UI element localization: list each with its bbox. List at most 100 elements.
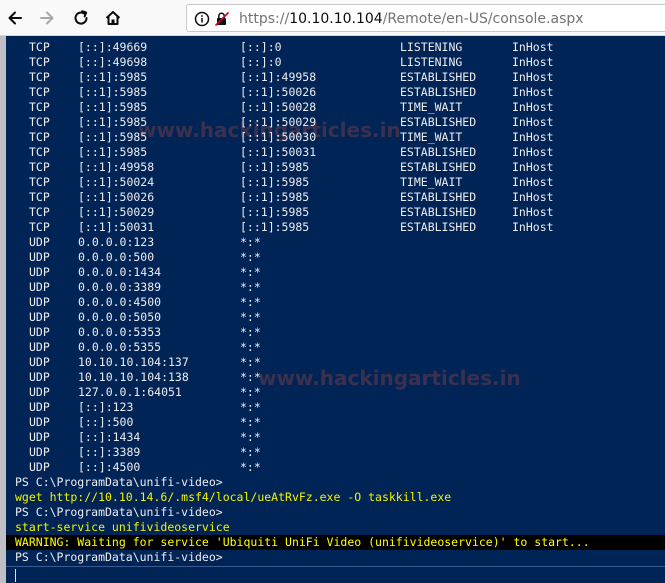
netstat-proto: TCP	[29, 130, 50, 144]
netstat-proto: UDP	[29, 385, 50, 399]
netstat-row: TCP [::]:49669 [::]:0 LISTENING InHost	[6, 40, 665, 55]
netstat-offload: InHost	[512, 205, 554, 219]
netstat-row: TCP [::1]:5985 [::1]:50028 TIME_WAIT InHost	[6, 100, 665, 115]
netstat-foreign: *:*	[240, 430, 261, 444]
netstat-foreign: [::]:0	[240, 40, 282, 54]
netstat-proto: UDP	[29, 415, 50, 429]
netstat-offload: InHost	[512, 115, 554, 129]
prompt-line: PS C:\ProgramData\unifi-video>	[6, 550, 665, 565]
netstat-state: ESTABLISHED	[400, 70, 477, 84]
netstat-local: [::]:1434	[78, 430, 141, 444]
netstat-proto: UDP	[29, 325, 50, 339]
netstat-foreign: *:*	[240, 340, 261, 354]
netstat-foreign: [::]:0	[240, 55, 282, 69]
netstat-state: LISTENING	[400, 55, 463, 69]
netstat-proto: UDP	[29, 340, 50, 354]
info-icon[interactable]	[194, 11, 210, 27]
netstat-foreign: *:*	[240, 355, 261, 369]
url-text[interactable]: https://10.10.10.104/Remote/en-US/consol…	[239, 10, 584, 28]
netstat-row: TCP [::1]:5985 [::1]:49958 ESTABLISHED InHos…	[6, 70, 665, 85]
netstat-foreign: [::1]:5985	[240, 205, 310, 219]
netstat-proto: TCP	[29, 145, 50, 159]
netstat-local: [::1]:5985	[78, 115, 148, 129]
netstat-proto: TCP	[29, 100, 50, 114]
netstat-proto: TCP	[29, 70, 50, 84]
netstat-local: [::1]:5985	[78, 70, 148, 84]
netstat-local: 0.0.0.0:5355	[78, 340, 162, 354]
netstat-proto: UDP	[29, 250, 50, 264]
netstat-local: [::1]:50026	[78, 190, 155, 204]
netstat-row: TCP [::1]:49958 [::1]:5985 ESTABLISHED InHos…	[6, 160, 665, 175]
netstat-local: 0.0.0.0:123	[78, 235, 155, 249]
netstat-proto: TCP	[29, 220, 50, 234]
netstat-state: ESTABLISHED	[400, 85, 477, 99]
prompt-text: PS C:\ProgramData\unifi-video>	[15, 550, 223, 564]
netstat-local: [::1]:50031	[78, 220, 155, 234]
netstat-offload: InHost	[512, 70, 554, 84]
forward-arrow-icon	[40, 11, 54, 25]
netstat-row: TCP [::1]:5985 [::1]:50030 TIME_WAIT InHost	[6, 130, 665, 145]
powershell-console[interactable]: www.hackingarticles.in www.hackingarticl…	[0, 36, 665, 583]
back-button[interactable]	[2, 5, 28, 31]
netstat-offload: InHost	[512, 160, 554, 174]
insecure-lock-icon[interactable]	[214, 11, 232, 27]
netstat-local: [::]:49698	[78, 55, 148, 69]
netstat-row: UDP [::]:3389 *:*	[6, 445, 665, 460]
netstat-row: TCP [::1]:5985 [::1]:50031 ESTABLISHED InHos…	[6, 145, 665, 160]
netstat-foreign: [::1]:50030	[240, 130, 317, 144]
netstat-proto: TCP	[29, 175, 50, 189]
netstat-row: UDP 10.10.10.104:138 *:*	[6, 370, 665, 385]
netstat-proto: TCP	[29, 55, 50, 69]
netstat-foreign: *:*	[240, 460, 261, 474]
netstat-foreign: [::1]:5985	[240, 220, 310, 234]
netstat-row: UDP 0.0.0.0:500 *:*	[6, 250, 665, 265]
url-host: 10.10.10.104	[289, 11, 383, 27]
netstat-foreign: *:*	[240, 280, 261, 294]
home-button[interactable]	[100, 5, 126, 31]
netstat-foreign: [::1]:50031	[240, 145, 317, 159]
netstat-local: 10.10.10.104:138	[78, 370, 189, 384]
netstat-offload: InHost	[512, 175, 554, 189]
netstat-local: [::1]:50024	[78, 175, 155, 189]
netstat-foreign: *:*	[240, 310, 261, 324]
netstat-local: [::1]:5985	[78, 145, 148, 159]
netstat-foreign: [::1]:50028	[240, 100, 317, 114]
netstat-local: 0.0.0.0:1434	[78, 265, 162, 279]
netstat-state: LISTENING	[400, 40, 463, 54]
netstat-proto: UDP	[29, 235, 50, 249]
netstat-row: TCP [::1]:50031 [::1]:5985 ESTABLISHED InHos…	[6, 220, 665, 235]
prompt-line: PS C:\ProgramData\unifi-video>	[6, 475, 665, 490]
netstat-foreign: *:*	[240, 445, 261, 459]
netstat-proto: UDP	[29, 400, 50, 414]
home-icon	[105, 11, 121, 25]
url-bar[interactable]: https://10.10.10.104/Remote/en-US/consol…	[186, 4, 665, 32]
netstat-row: UDP [::]:4500 *:*	[6, 460, 665, 475]
forward-button[interactable]	[34, 5, 60, 31]
netstat-state: ESTABLISHED	[400, 205, 477, 219]
netstat-state: TIME_WAIT	[400, 130, 463, 144]
netstat-row: UDP [::]:1434 *:*	[6, 430, 665, 445]
netstat-foreign: *:*	[240, 370, 261, 384]
netstat-local: 10.10.10.104:137	[78, 355, 189, 369]
console-input[interactable]	[6, 566, 665, 583]
reload-button[interactable]	[68, 5, 94, 31]
warning-text: WARNING: Waiting for service 'Ubiquiti U…	[15, 535, 590, 549]
netstat-offload: InHost	[512, 55, 554, 69]
netstat-foreign: [::1]:50029	[240, 115, 317, 129]
netstat-local: [::1]:5985	[78, 100, 148, 114]
netstat-proto: TCP	[29, 85, 50, 99]
netstat-local: [::]:500	[78, 415, 134, 429]
netstat-proto: TCP	[29, 40, 50, 54]
netstat-local: [::1]:5985	[78, 130, 148, 144]
netstat-state: ESTABLISHED	[400, 115, 477, 129]
netstat-offload: InHost	[512, 145, 554, 159]
netstat-proto: UDP	[29, 310, 50, 324]
netstat-row: UDP 0.0.0.0:1434 *:*	[6, 265, 665, 280]
netstat-local: [::]:49669	[78, 40, 148, 54]
netstat-local: [::1]:49958	[78, 160, 155, 174]
command-line: start-service unifivideoservice	[6, 520, 665, 535]
netstat-proto: UDP	[29, 295, 50, 309]
netstat-state: ESTABLISHED	[400, 160, 477, 174]
prompt-line: PS C:\ProgramData\unifi-video>	[6, 505, 665, 520]
netstat-row: UDP 0.0.0.0:5353 *:*	[6, 325, 665, 340]
